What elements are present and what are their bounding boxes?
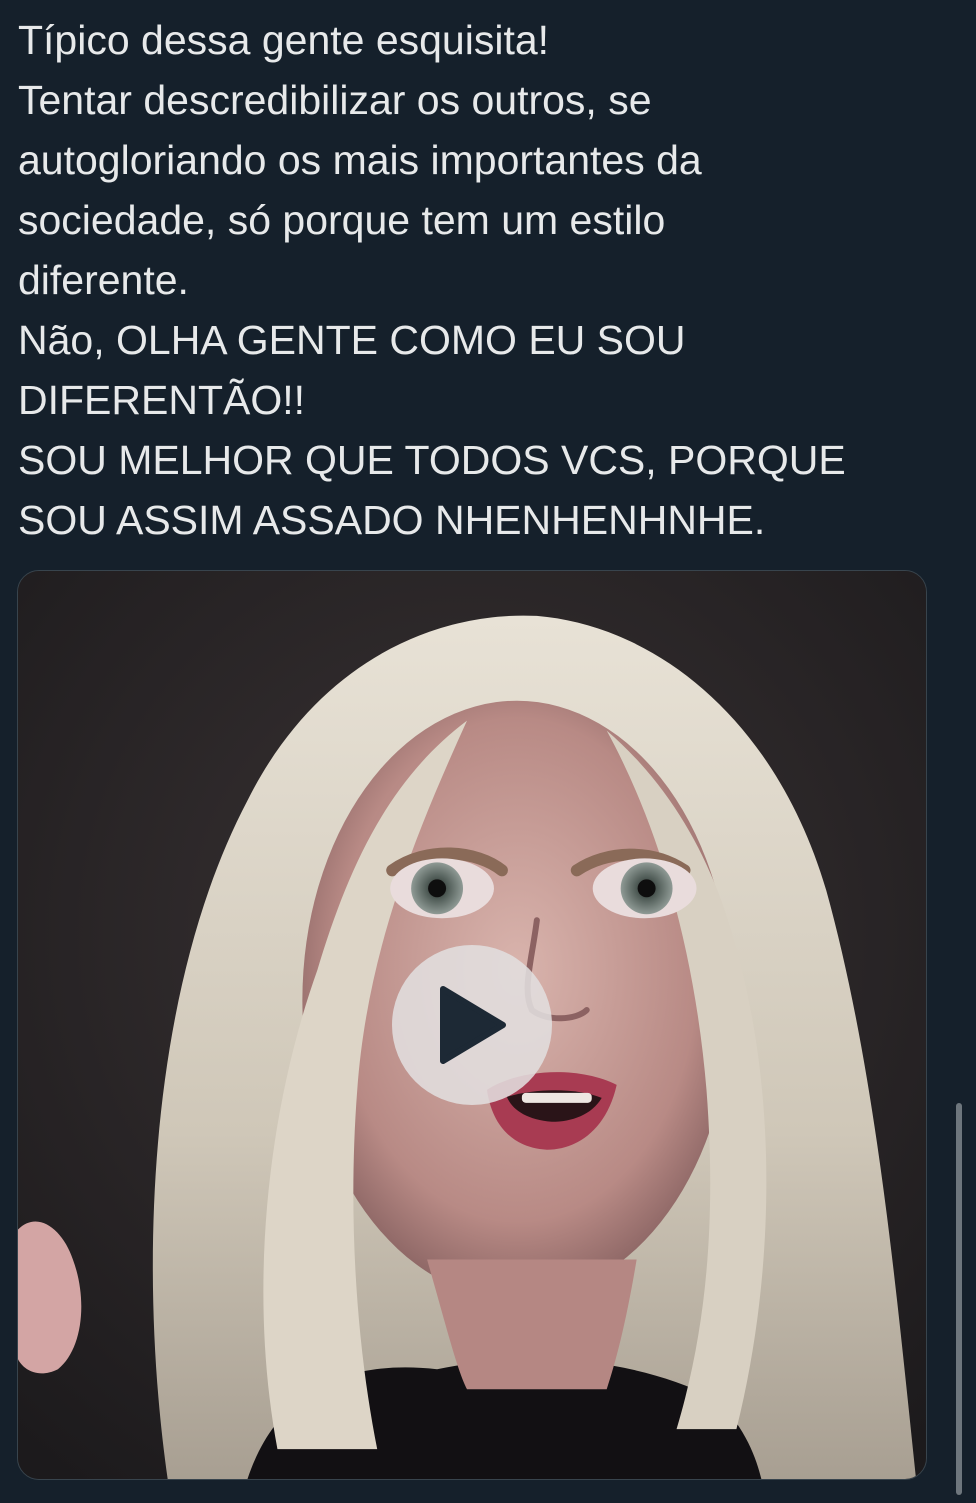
tweet-text: Típico dessa gente esquisita! Tentar des… xyxy=(18,10,948,550)
scrollbar[interactable] xyxy=(956,1103,962,1495)
tweet-text-line: autogloriando os mais importantes da xyxy=(18,137,702,183)
tweet-text-line: Não, OLHA GENTE COMO EU SOU xyxy=(18,317,686,363)
tweet-text-line: SOU ASSIM ASSADO NHENHENHNHE. xyxy=(18,497,766,543)
tweet-text-line: DIFERENTÃO!! xyxy=(18,377,306,423)
tweet-text-line: diferente. xyxy=(18,257,189,303)
tweet-text-line: Típico dessa gente esquisita! xyxy=(18,17,550,63)
gif-media[interactable] xyxy=(17,570,927,1480)
play-button[interactable] xyxy=(392,945,552,1105)
tweet-text-line: sociedade, só porque tem um estilo xyxy=(18,197,666,243)
tweet-text-line: Tentar descredibilizar os outros, se xyxy=(18,77,652,123)
play-icon xyxy=(440,986,506,1064)
tweet-text-line: SOU MELHOR QUE TODOS VCS, PORQUE xyxy=(18,437,846,483)
